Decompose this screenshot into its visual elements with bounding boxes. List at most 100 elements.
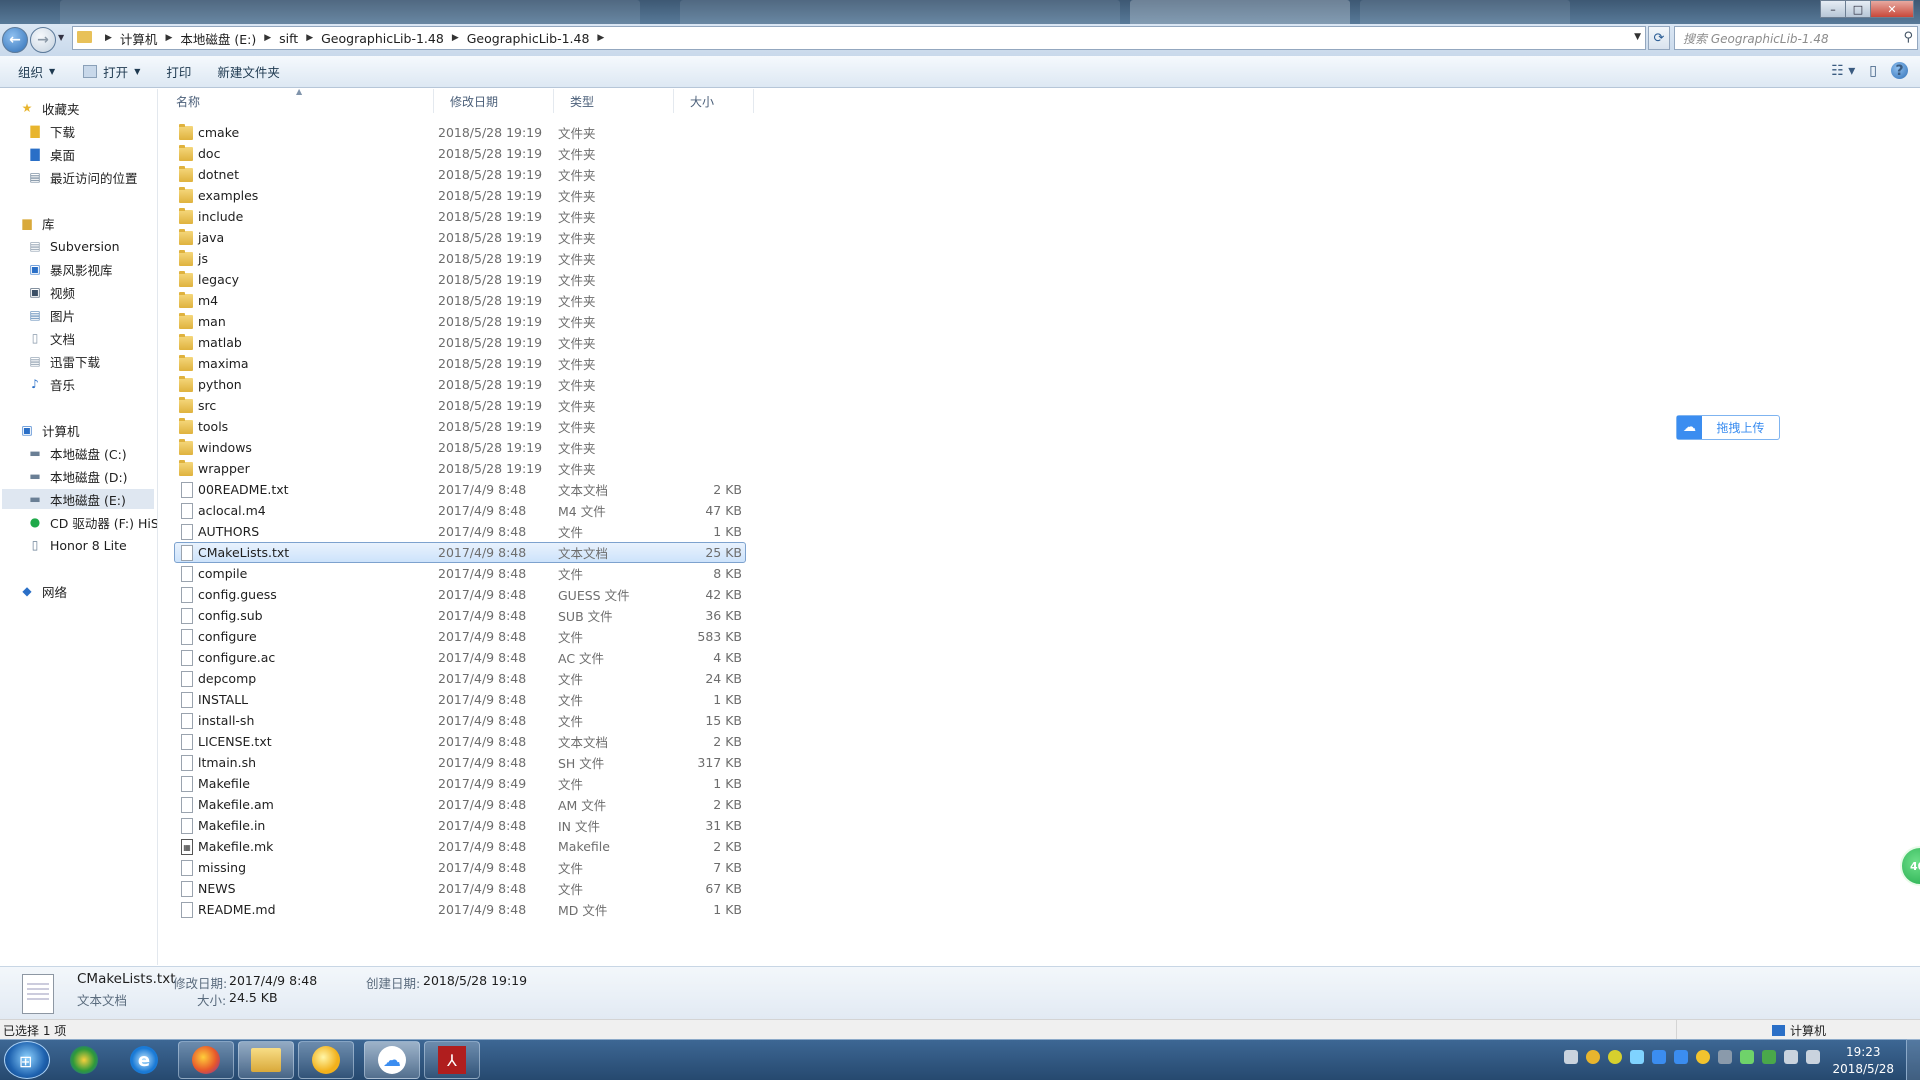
clock[interactable]: 19:23 2018/5/28 [1832,1044,1894,1078]
recent-pages-dropdown[interactable]: ▼ [58,33,64,42]
file-row[interactable]: depcomp 2017/4/9 8:48 文件 24 KB [174,668,746,689]
preview-pane-icon[interactable]: ▯ [1869,63,1877,79]
download-icon[interactable] [1630,1050,1644,1064]
app-tray-icon[interactable] [1652,1050,1666,1064]
column-header-size[interactable]: 大小 [674,89,754,113]
folder-row[interactable]: tools 2018/5/28 19:19 文件夹 [174,416,746,437]
folder-row[interactable]: include 2018/5/28 19:19 文件夹 [174,206,746,227]
volume-icon[interactable] [1806,1050,1820,1064]
network-tray-icon[interactable] [1784,1050,1798,1064]
taskbar-app-firefox[interactable] [178,1041,234,1079]
chevron-right-icon[interactable]: ▶ [105,33,112,43]
taskbar-app-baidu-netdisk[interactable]: ☁ [364,1041,420,1079]
chevron-right-icon[interactable]: ▶ [597,33,604,43]
file-row[interactable]: NEWS 2017/4/9 8:48 文件 67 KB [174,878,746,899]
file-row[interactable]: install-sh 2017/4/9 8:48 文件 15 KB [174,710,746,731]
file-row[interactable]: ltmain.sh 2017/4/9 8:48 SH 文件 317 KB [174,752,746,773]
folder-row[interactable]: legacy 2018/5/28 19:19 文件夹 [174,269,746,290]
search-input[interactable]: 搜索 GeographicLib-1.48 ⚲ [1674,26,1918,50]
nav-item-honor[interactable]: ▯ Honor 8 Lite [28,535,127,555]
nav-item-baofeng[interactable]: ▣ 暴风影视库 [28,259,112,279]
taskbar-app-weather[interactable] [298,1041,354,1079]
folder-row[interactable]: java 2018/5/28 19:19 文件夹 [174,227,746,248]
search-icon[interactable]: ⚲ [1903,30,1913,45]
file-row[interactable]: config.sub 2017/4/9 8:48 SUB 文件 36 KB [174,605,746,626]
chevron-right-icon[interactable]: ▶ [452,33,459,43]
security-icon[interactable] [1608,1050,1622,1064]
file-row[interactable]: README.md 2017/4/9 8:48 MD 文件 1 KB [174,899,746,920]
nav-item-desktop[interactable]: ▇ 桌面 [28,144,75,164]
nav-item-pictures[interactable]: ▤ 图片 [28,305,75,325]
monitor-tray-icon[interactable] [1740,1050,1754,1064]
breadcrumb-sift[interactable]: sift [279,31,298,46]
folder-row[interactable]: dotnet 2018/5/28 19:19 文件夹 [174,164,746,185]
minimize-button[interactable]: – [1820,0,1846,18]
nav-item-recent[interactable]: ▤ 最近访问的位置 [28,167,137,187]
background-tab[interactable] [1360,0,1570,24]
folder-row[interactable]: cmake 2018/5/28 19:19 文件夹 [174,122,746,143]
folder-row[interactable]: src 2018/5/28 19:19 文件夹 [174,395,746,416]
floating-badge[interactable]: 40 [1900,846,1920,886]
view-options-icon[interactable]: ☷ ▾ [1831,63,1855,79]
weather-tray-icon[interactable] [1696,1050,1710,1064]
keyboard-icon[interactable] [1564,1050,1578,1064]
nav-libraries[interactable]: ▆ 库 [20,213,54,233]
chevron-right-icon[interactable]: ▶ [306,33,313,43]
nav-item-thunder[interactable]: ▤ 迅雷下载 [28,351,100,371]
column-header-date[interactable]: 修改日期 [434,89,554,113]
file-row[interactable]: ▦ Makefile.mk 2017/4/9 8:48 Makefile 2 KB [174,836,746,857]
forward-button[interactable]: → [30,27,56,53]
help-icon[interactable]: ? [1891,62,1908,79]
address-bar[interactable]: ▶ 计算机 ▶ 本地磁盘 (E:) ▶ sift ▶ GeographicLib… [72,26,1646,50]
background-tab[interactable] [60,0,640,24]
file-row[interactable]: Makefile.in 2017/4/9 8:48 IN 文件 31 KB [174,815,746,836]
breadcrumb-computer[interactable]: 计算机 [120,29,158,48]
chevron-right-icon[interactable]: ▶ [165,33,172,43]
folder-row[interactable]: matlab 2018/5/28 19:19 文件夹 [174,332,746,353]
folder-row[interactable]: maxima 2018/5/28 19:19 文件夹 [174,353,746,374]
nav-computer[interactable]: ▣ 计算机 [20,420,79,440]
nav-network[interactable]: ◆ 网络 [20,581,67,601]
column-header-type[interactable]: 类型 [554,89,674,113]
background-tab[interactable] [1130,0,1350,24]
background-tab[interactable] [680,0,1120,24]
folder-row[interactable]: js 2018/5/28 19:19 文件夹 [174,248,746,269]
taskbar-app-ie[interactable]: e [116,1041,172,1079]
print-button[interactable]: 打印 [156,59,201,85]
nav-item-music[interactable]: ♪ 音乐 [28,374,75,394]
flag-icon[interactable] [1762,1050,1776,1064]
nav-item-drive-d[interactable]: ▬ 本地磁盘 (D:) [28,466,127,486]
address-dropdown-icon[interactable]: ▼ [1634,32,1641,42]
breadcrumb-drive-e[interactable]: 本地磁盘 (E:) [180,29,256,48]
file-row[interactable]: configure 2017/4/9 8:48 文件 583 KB [174,626,746,647]
taskbar-app-360-browser[interactable] [56,1041,112,1079]
nav-item-documents[interactable]: ▯ 文档 [28,328,75,348]
cloud-tray-icon[interactable] [1674,1050,1688,1064]
organize-button[interactable]: 组织 ▼ [0,59,65,85]
file-row[interactable]: configure.ac 2017/4/9 8:48 AC 文件 4 KB [174,647,746,668]
nav-item-subversion[interactable]: ▤ Subversion [28,236,119,256]
breadcrumb-geographiclib[interactable]: GeographicLib-1.48 [321,31,444,46]
file-row[interactable]: missing 2017/4/9 8:48 文件 7 KB [174,857,746,878]
file-row[interactable]: CMakeLists.txt 2017/4/9 8:48 文本文档 25 KB [174,542,746,563]
file-row[interactable]: config.guess 2017/4/9 8:48 GUESS 文件 42 KB [174,584,746,605]
show-desktop-button[interactable] [1906,1039,1920,1080]
file-row[interactable]: INSTALL 2017/4/9 8:48 文件 1 KB [174,689,746,710]
folder-row[interactable]: man 2018/5/28 19:19 文件夹 [174,311,746,332]
nav-item-drive-e[interactable]: ▬ 本地磁盘 (E:) [2,489,154,509]
maximize-button[interactable]: □ [1845,0,1871,18]
file-row[interactable]: aclocal.m4 2017/4/9 8:48 M4 文件 47 KB [174,500,746,521]
file-row[interactable]: 00README.txt 2017/4/9 8:48 文本文档 2 KB [174,479,746,500]
nav-item-videos[interactable]: ▣ 视频 [28,282,75,302]
start-button[interactable]: ⊞ [4,1041,50,1079]
folder-row[interactable]: examples 2018/5/28 19:19 文件夹 [174,185,746,206]
close-button[interactable]: ✕ [1870,0,1914,18]
refresh-button[interactable]: ⟳ [1648,26,1670,50]
open-button[interactable]: 打开 ▼ [73,59,150,85]
folder-row[interactable]: m4 2018/5/28 19:19 文件夹 [174,290,746,311]
tool-tray-icon[interactable] [1718,1050,1732,1064]
new-folder-button[interactable]: 新建文件夹 [207,59,290,85]
taskbar-app-pdf[interactable]: ⅄ [424,1041,480,1079]
back-button[interactable]: ← [2,27,28,53]
nav-item-cd-drive[interactable]: ● CD 驱动器 (F:) HiSu [28,512,157,532]
